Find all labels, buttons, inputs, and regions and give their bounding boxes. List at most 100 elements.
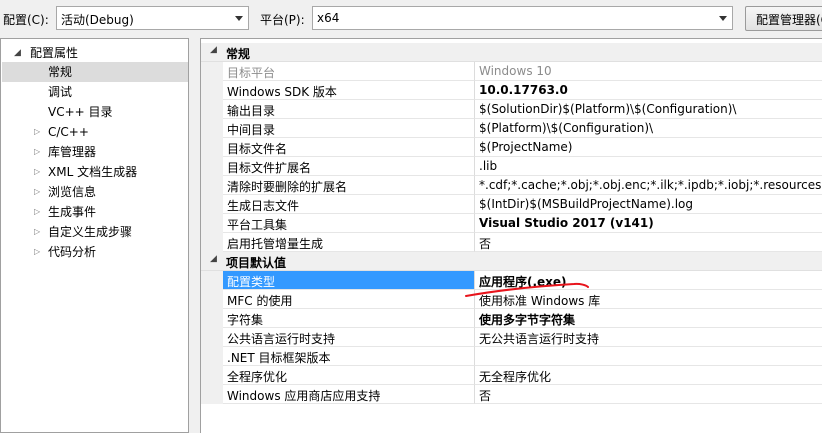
property-name: 生成日志文件	[223, 195, 475, 214]
property-value[interactable]: 10.0.17763.0	[475, 81, 822, 100]
row-gutter	[201, 214, 223, 233]
property-grid: ◢ 常规 目标平台 Windows 10 Windows SDK 版本 10.0…	[200, 38, 822, 433]
property-value[interactable]	[475, 347, 822, 366]
property-row[interactable]: 清除时要删除的扩展名 *.cdf;*.cache;*.obj;*.obj.enc…	[201, 176, 822, 195]
property-row[interactable]: 输出目录 $(SolutionDir)$(Platform)\$(Configu…	[201, 100, 822, 119]
property-value[interactable]: 使用标准 Windows 库	[475, 290, 822, 309]
row-gutter	[201, 100, 223, 119]
collapsed-triangle-icon[interactable]: ▷	[34, 162, 40, 182]
collapsed-triangle-icon[interactable]: ▷	[34, 122, 40, 142]
tree-item-label: C/C++	[48, 125, 89, 139]
expanded-triangle-icon[interactable]: ◢	[210, 45, 217, 55]
tree-item-general[interactable]: 常规	[2, 62, 188, 82]
property-name: 全程序优化	[223, 366, 475, 385]
row-gutter	[201, 328, 223, 347]
section-general[interactable]: ◢ 常规	[201, 43, 822, 62]
property-row[interactable]: Windows 应用商店应用支持 否	[201, 385, 822, 404]
property-row[interactable]: 生成日志文件 $(IntDir)$(MSBuildProjectName).lo…	[201, 195, 822, 214]
property-row[interactable]: 中间目录 $(Platform)\$(Configuration)\	[201, 119, 822, 138]
property-value[interactable]: 使用多字节字符集	[475, 309, 822, 328]
property-row[interactable]: MFC 的使用 使用标准 Windows 库	[201, 290, 822, 309]
property-row-selected[interactable]: 配置类型 应用程序(.exe)	[201, 271, 822, 290]
tree-root-label: 配置属性	[30, 46, 79, 60]
property-value[interactable]: 否	[475, 233, 822, 252]
row-gutter	[201, 290, 223, 309]
row-gutter	[201, 138, 223, 157]
platform-dropdown[interactable]: x64	[312, 6, 733, 30]
property-value[interactable]: 应用程序(.exe)	[475, 271, 822, 290]
configuration-dropdown[interactable]: 活动(Debug)	[56, 6, 249, 30]
collapsed-triangle-icon[interactable]: ▷	[34, 202, 40, 222]
platform-value: x64	[317, 11, 340, 25]
property-value[interactable]: *.cdf;*.cache;*.obj;*.obj.enc;*.ilk;*.ip…	[475, 176, 822, 195]
section-project-defaults[interactable]: ◢ 项目默认值	[201, 252, 822, 271]
property-value[interactable]: Windows 10	[475, 62, 822, 81]
property-value[interactable]: $(Platform)\$(Configuration)\	[475, 119, 822, 138]
tree-item-vc-directories[interactable]: VC++ 目录	[2, 102, 188, 122]
tree-item-label: XML 文档生成器	[48, 165, 138, 179]
row-gutter	[201, 309, 223, 328]
property-row[interactable]: 目标文件扩展名 .lib	[201, 157, 822, 176]
property-value[interactable]: 无公共语言运行时支持	[475, 328, 822, 347]
property-name: 目标平台	[223, 62, 475, 81]
expanded-triangle-icon[interactable]: ◢	[210, 254, 217, 264]
property-name: 中间目录	[223, 119, 475, 138]
config-label: 配置(C):	[3, 13, 49, 27]
row-gutter	[201, 81, 223, 100]
property-name: .NET 目标框架版本	[223, 347, 475, 366]
collapsed-triangle-icon[interactable]: ▷	[34, 142, 40, 162]
property-name: 公共语言运行时支持	[223, 328, 475, 347]
property-value[interactable]: 无全程序优化	[475, 366, 822, 385]
property-value[interactable]: 否	[475, 385, 822, 404]
tree-item-label: 浏览信息	[48, 185, 97, 199]
property-row[interactable]: .NET 目标框架版本	[201, 347, 822, 366]
property-value[interactable]: $(SolutionDir)$(Platform)\$(Configuratio…	[475, 100, 822, 119]
tree-item-debugging[interactable]: 调试	[2, 82, 188, 102]
tree-item-xml-doc-generator[interactable]: ▷ XML 文档生成器	[2, 162, 188, 182]
property-row[interactable]: 启用托管增量生成 否	[201, 233, 822, 252]
property-row[interactable]: 全程序优化 无全程序优化	[201, 366, 822, 385]
tree-item-label: 常规	[48, 65, 73, 79]
property-tree: ◢ 配置属性 常规 调试 VC++ 目录 ▷ C/C++ ▷ 库管理器 ▷ XM…	[0, 38, 189, 433]
tree-item-label: 代码分析	[48, 245, 97, 259]
collapsed-triangle-icon[interactable]: ▷	[34, 242, 40, 262]
tree-item-label: 生成事件	[48, 205, 97, 219]
configuration-manager-button[interactable]: 配置管理器(O)	[745, 6, 822, 31]
property-name: 目标文件名	[223, 138, 475, 157]
row-gutter	[201, 176, 223, 195]
chevron-down-icon	[235, 16, 243, 21]
tree-item-custom-build-step[interactable]: ▷ 自定义生成步骤	[2, 222, 188, 242]
tree-item-label: 调试	[48, 85, 73, 99]
tree-item-label: 自定义生成步骤	[48, 225, 133, 239]
property-row[interactable]: Windows SDK 版本 10.0.17763.0	[201, 81, 822, 100]
property-value[interactable]: .lib	[475, 157, 822, 176]
property-row[interactable]: 目标平台 Windows 10	[201, 62, 822, 81]
row-gutter	[201, 119, 223, 138]
row-gutter	[201, 233, 223, 252]
collapsed-triangle-icon[interactable]: ▷	[34, 222, 40, 242]
property-row[interactable]: 平台工具集 Visual Studio 2017 (v141)	[201, 214, 822, 233]
tree-item-code-analysis[interactable]: ▷ 代码分析	[2, 242, 188, 262]
tree-root[interactable]: ◢ 配置属性	[2, 43, 188, 63]
property-value[interactable]: $(IntDir)$(MSBuildProjectName).log	[475, 195, 822, 214]
tree-item-cpp[interactable]: ▷ C/C++	[2, 122, 188, 142]
tree-item-build-events[interactable]: ▷ 生成事件	[2, 202, 188, 222]
collapsed-triangle-icon[interactable]: ▷	[34, 182, 40, 202]
property-name: 输出目录	[223, 100, 475, 119]
row-gutter	[201, 271, 223, 290]
tree-item-librarian[interactable]: ▷ 库管理器	[2, 142, 188, 162]
property-row[interactable]: 公共语言运行时支持 无公共语言运行时支持	[201, 328, 822, 347]
property-row[interactable]: 目标文件名 $(ProjectName)	[201, 138, 822, 157]
row-gutter	[201, 366, 223, 385]
tree-item-label: VC++ 目录	[48, 105, 113, 119]
configuration-value: 活动(Debug)	[61, 13, 134, 27]
property-name: 目标文件扩展名	[223, 157, 475, 176]
property-name: Windows SDK 版本	[223, 81, 475, 100]
property-row[interactable]: 字符集 使用多字节字符集	[201, 309, 822, 328]
property-value[interactable]: Visual Studio 2017 (v141)	[475, 214, 822, 233]
property-name: 平台工具集	[223, 214, 475, 233]
property-value[interactable]: $(ProjectName)	[475, 138, 822, 157]
expanded-triangle-icon[interactable]: ◢	[14, 43, 21, 63]
row-gutter	[201, 347, 223, 366]
tree-item-browse-info[interactable]: ▷ 浏览信息	[2, 182, 188, 202]
